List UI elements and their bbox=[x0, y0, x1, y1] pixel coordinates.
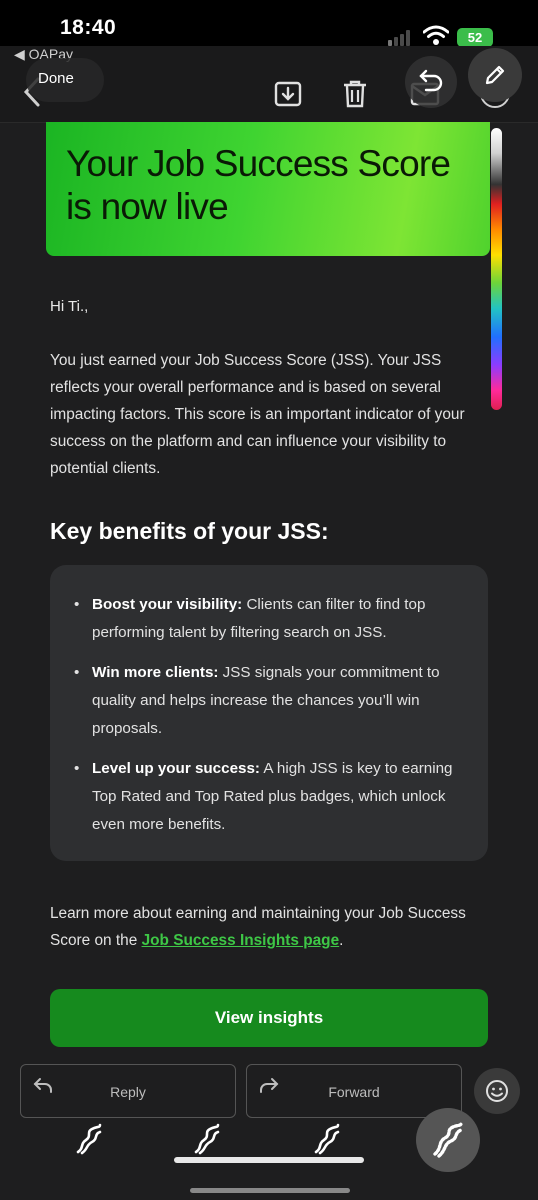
home-indicator bbox=[174, 1157, 364, 1163]
reply-label: Reply bbox=[110, 1084, 146, 1100]
status-time: 18:40 bbox=[60, 16, 117, 39]
doodle-icon[interactable] bbox=[192, 1122, 224, 1156]
learn-more-paragraph: Learn more about earning and maintaining… bbox=[50, 900, 480, 954]
eraser-tool-button[interactable] bbox=[416, 1108, 480, 1172]
benefit-item: Level up your success: A high JSS is key… bbox=[74, 755, 472, 839]
benefits-list: Boost your visibility: Clients can filte… bbox=[74, 591, 472, 851]
benefits-heading: Key benefits of your JSS: bbox=[50, 518, 329, 544]
forward-label: Forward bbox=[328, 1084, 380, 1100]
benefit-title: Win more clients: bbox=[92, 664, 219, 681]
benefit-title: Level up your success: bbox=[92, 760, 260, 777]
markup-pen-button[interactable] bbox=[468, 48, 522, 102]
done-label: Done bbox=[38, 70, 74, 87]
email-greeting: Hi Ti., bbox=[50, 298, 89, 315]
learn-more-suffix: . bbox=[339, 932, 344, 949]
emoji-icon bbox=[486, 1080, 508, 1102]
signal-icon bbox=[388, 28, 416, 46]
color-picker-slider[interactable] bbox=[491, 128, 502, 410]
email-intro-paragraph: You just earned your Job Success Score (… bbox=[50, 352, 465, 477]
trash-icon[interactable] bbox=[342, 80, 368, 108]
eraser-pattern-icon bbox=[433, 1122, 463, 1158]
wifi-icon bbox=[423, 25, 449, 45]
doodle-icon[interactable] bbox=[74, 1122, 106, 1156]
pen-icon bbox=[485, 65, 505, 85]
email-toolbar: ◀ OAPay Done bbox=[0, 46, 538, 123]
home-indicator-secondary bbox=[190, 1188, 350, 1193]
undo-icon bbox=[419, 69, 443, 92]
screen: 18:40 52 ◀ OAPay Done Your Job Success S… bbox=[0, 0, 538, 1200]
benefit-item: Boost your visibility: Clients can filte… bbox=[74, 591, 472, 647]
jss-banner: Your Job Success Score is now live bbox=[46, 122, 490, 256]
status-bar: 18:40 52 bbox=[0, 0, 538, 47]
job-success-insights-link[interactable]: Job Success Insights page bbox=[142, 932, 340, 949]
battery-indicator: 52 bbox=[457, 28, 493, 47]
undo-button[interactable] bbox=[405, 56, 457, 108]
archive-icon[interactable] bbox=[274, 80, 302, 108]
doodle-icon[interactable] bbox=[312, 1122, 344, 1156]
benefits-card: Boost your visibility: Clients can filte… bbox=[50, 565, 488, 861]
banner-title: Your Job Success Score is now live bbox=[66, 143, 451, 227]
benefit-title: Boost your visibility: bbox=[92, 596, 243, 613]
benefit-item: Win more clients: JSS signals your commi… bbox=[74, 659, 472, 743]
view-insights-button[interactable]: View insights bbox=[50, 989, 488, 1047]
emoji-button[interactable] bbox=[474, 1068, 520, 1114]
forward-button[interactable]: Forward bbox=[246, 1064, 462, 1118]
reply-button[interactable]: Reply bbox=[20, 1064, 236, 1118]
